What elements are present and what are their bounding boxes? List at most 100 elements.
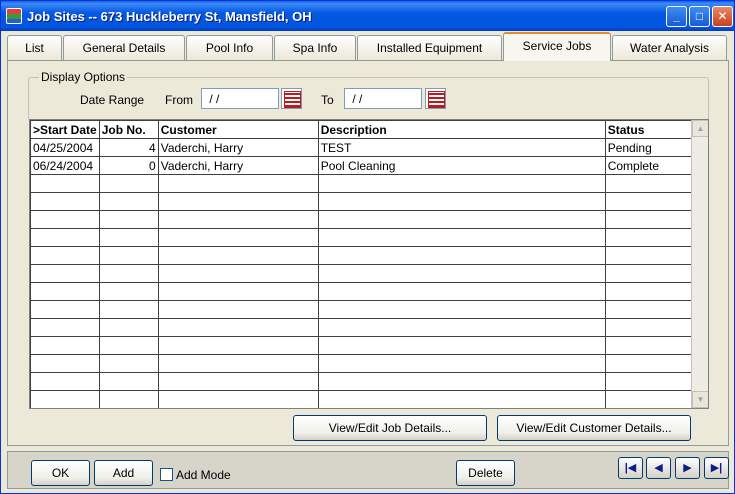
first-record-icon[interactable]: |◀: [618, 457, 643, 479]
empty-cell[interactable]: [30, 174, 100, 193]
column-header-status[interactable]: Status: [604, 120, 694, 139]
table-row[interactable]: 06/24/2004 0 Vaderchi, Harry Pool Cleani…: [30, 156, 694, 175]
empty-cell[interactable]: [317, 300, 606, 319]
last-record-icon[interactable]: ▶|: [704, 457, 729, 479]
empty-cell[interactable]: [317, 228, 606, 247]
tab-water-analysis[interactable]: Water Analysis: [612, 35, 727, 60]
tab-service-jobs[interactable]: Service Jobs: [503, 32, 611, 61]
empty-cell[interactable]: [317, 282, 606, 301]
to-calendar-icon[interactable]: [425, 88, 446, 109]
empty-cell[interactable]: [157, 300, 319, 319]
empty-cell[interactable]: [98, 372, 159, 391]
tab-general-details[interactable]: General Details: [63, 35, 185, 60]
table-row-empty[interactable]: [30, 354, 694, 373]
table-row-empty[interactable]: [30, 264, 694, 283]
table-row-empty[interactable]: [30, 300, 694, 319]
table-row-empty[interactable]: [30, 318, 694, 337]
cell-job-no[interactable]: 0: [98, 156, 159, 175]
empty-cell[interactable]: [604, 372, 694, 391]
delete-button[interactable]: Delete: [456, 460, 515, 486]
empty-cell[interactable]: [317, 264, 606, 283]
empty-cell[interactable]: [604, 228, 694, 247]
empty-cell[interactable]: [98, 192, 159, 211]
empty-cell[interactable]: [30, 336, 100, 355]
empty-cell[interactable]: [317, 246, 606, 265]
column-header-start-date[interactable]: >Start Date: [30, 120, 100, 139]
cell-customer[interactable]: Vaderchi, Harry: [157, 156, 319, 175]
empty-cell[interactable]: [604, 174, 694, 193]
add-button[interactable]: Add: [94, 460, 153, 486]
table-row-empty[interactable]: [30, 228, 694, 247]
empty-cell[interactable]: [30, 228, 100, 247]
empty-cell[interactable]: [604, 264, 694, 283]
empty-cell[interactable]: [30, 372, 100, 391]
empty-cell[interactable]: [98, 318, 159, 337]
empty-cell[interactable]: [98, 174, 159, 193]
tab-spa-info[interactable]: Spa Info: [274, 35, 356, 60]
table-row-empty[interactable]: [30, 282, 694, 301]
empty-cell[interactable]: [157, 336, 319, 355]
empty-cell[interactable]: [30, 354, 100, 373]
table-row-empty[interactable]: [30, 372, 694, 391]
table-row-empty[interactable]: [30, 210, 694, 229]
empty-cell[interactable]: [317, 192, 606, 211]
empty-cell[interactable]: [604, 390, 694, 408]
empty-cell[interactable]: [30, 318, 100, 337]
empty-cell[interactable]: [30, 192, 100, 211]
table-row-empty[interactable]: [30, 192, 694, 211]
empty-cell[interactable]: [317, 372, 606, 391]
close-button[interactable]: ✕: [712, 6, 733, 27]
from-date-input[interactable]: [201, 88, 279, 109]
empty-cell[interactable]: [604, 300, 694, 319]
next-record-icon[interactable]: ▶: [675, 457, 700, 479]
empty-cell[interactable]: [317, 210, 606, 229]
tab-installed-equipment[interactable]: Installed Equipment: [357, 35, 502, 60]
cell-job-no[interactable]: 4: [98, 138, 159, 157]
empty-cell[interactable]: [98, 246, 159, 265]
empty-cell[interactable]: [30, 300, 100, 319]
cell-description[interactable]: TEST: [317, 138, 606, 157]
cell-status[interactable]: Complete: [604, 156, 694, 175]
title-bar[interactable]: Job Sites -- 673 Huckleberry St, Mansfie…: [1, 1, 734, 31]
empty-cell[interactable]: [157, 192, 319, 211]
table-row-empty[interactable]: [30, 390, 694, 408]
tab-pool-info[interactable]: Pool Info: [186, 35, 273, 60]
empty-cell[interactable]: [317, 390, 606, 408]
empty-cell[interactable]: [30, 390, 100, 408]
column-header-customer[interactable]: Customer: [157, 120, 319, 139]
empty-cell[interactable]: [30, 246, 100, 265]
empty-cell[interactable]: [604, 246, 694, 265]
empty-cell[interactable]: [98, 282, 159, 301]
cell-status[interactable]: Pending: [604, 138, 694, 157]
empty-cell[interactable]: [604, 336, 694, 355]
empty-cell[interactable]: [157, 228, 319, 247]
from-calendar-icon[interactable]: [281, 88, 302, 109]
empty-cell[interactable]: [30, 282, 100, 301]
scroll-up-icon[interactable]: ▲: [692, 120, 708, 137]
view-edit-job-details-button[interactable]: View/Edit Job Details...: [293, 415, 487, 441]
empty-cell[interactable]: [98, 390, 159, 408]
empty-cell[interactable]: [98, 228, 159, 247]
maximize-button[interactable]: □: [689, 6, 710, 27]
scroll-down-icon[interactable]: ▼: [692, 391, 708, 408]
empty-cell[interactable]: [604, 210, 694, 229]
grid-vertical-scrollbar[interactable]: ▲ ▼: [691, 120, 708, 408]
empty-cell[interactable]: [157, 354, 319, 373]
previous-record-icon[interactable]: ◀: [646, 457, 671, 479]
empty-cell[interactable]: [157, 282, 319, 301]
cell-start-date[interactable]: 06/24/2004: [30, 156, 100, 175]
table-row[interactable]: 04/25/2004 4 Vaderchi, Harry TEST Pendin…: [30, 138, 694, 157]
cell-customer[interactable]: Vaderchi, Harry: [157, 138, 319, 157]
empty-cell[interactable]: [98, 300, 159, 319]
empty-cell[interactable]: [157, 372, 319, 391]
empty-cell[interactable]: [317, 336, 606, 355]
table-row-empty[interactable]: [30, 174, 694, 193]
empty-cell[interactable]: [604, 318, 694, 337]
table-row-empty[interactable]: [30, 246, 694, 265]
empty-cell[interactable]: [30, 210, 100, 229]
empty-cell[interactable]: [98, 354, 159, 373]
empty-cell[interactable]: [157, 390, 319, 408]
empty-cell[interactable]: [98, 336, 159, 355]
empty-cell[interactable]: [604, 192, 694, 211]
empty-cell[interactable]: [157, 246, 319, 265]
